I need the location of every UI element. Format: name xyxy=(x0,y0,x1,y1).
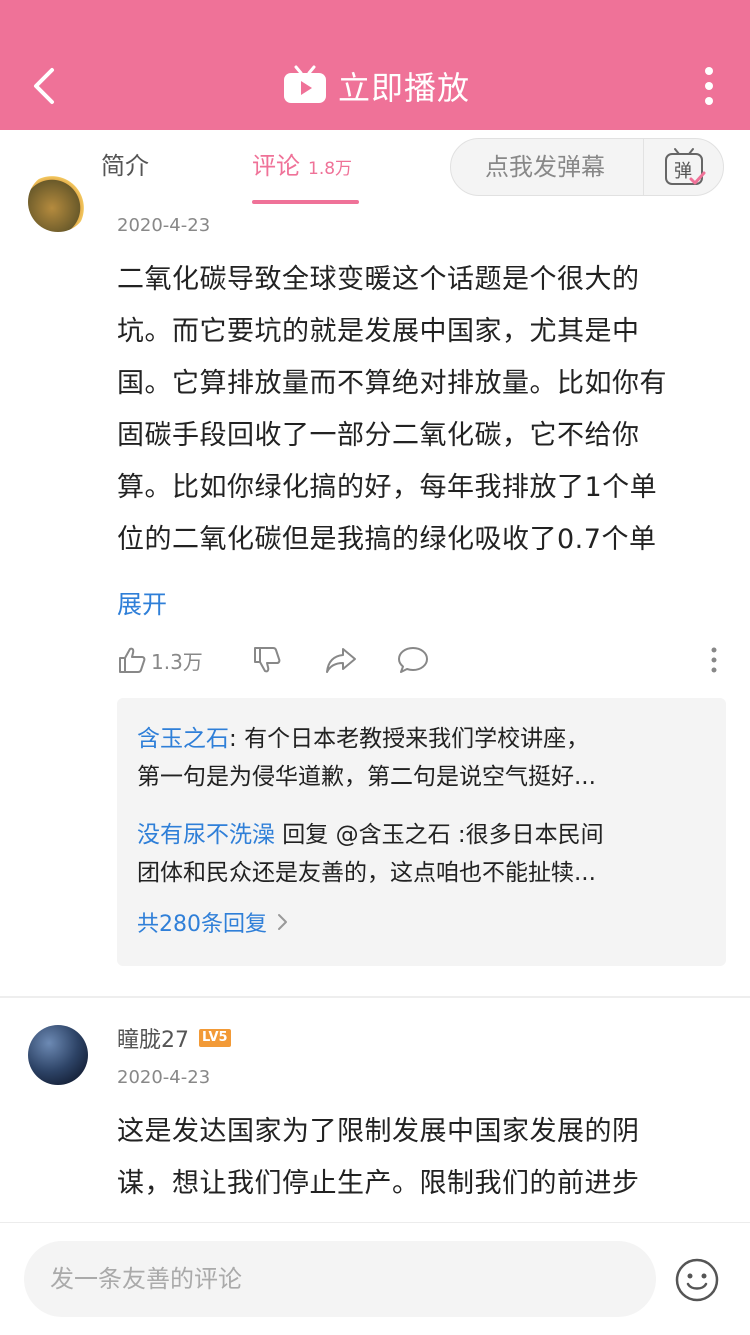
reply-preview-box[interactable]: 含玉之石: 有个日本老教授来我们学校讲座， 第一句是为侵华道歉，第二句是说空气挺… xyxy=(117,698,726,966)
comment-author[interactable]: 瞳胧27 LV5 xyxy=(117,1022,231,1054)
dislike-button[interactable] xyxy=(252,640,282,680)
comment-line: 位的二氧化碳但是我搞的绿化吸收了0.7个单 xyxy=(117,524,657,555)
tab-intro[interactable]: 简介 xyxy=(101,130,149,205)
comment-input[interactable]: 发一条友善的评论 xyxy=(24,1241,656,1317)
avatar[interactable] xyxy=(28,1025,88,1085)
comment-line: 这是发达国家为了限制发展中国家发展的阴 xyxy=(117,1116,640,1147)
danmaku-placeholder: 点我发弹幕 xyxy=(485,153,605,181)
thumbs-up-icon xyxy=(119,647,146,673)
comment-line: 谋，想让我们停止生产。限制我们的前进步 xyxy=(117,1168,640,1199)
avatar[interactable] xyxy=(28,172,88,232)
expand-link[interactable]: 展开 xyxy=(117,585,167,621)
level-badge: LV5 xyxy=(199,1029,231,1047)
reply-username[interactable]: 含玉之石 xyxy=(137,726,229,752)
vertical-dots-icon xyxy=(705,67,713,105)
comment-text: 这是发达国家为了限制发展中国家发展的阴 谋，想让我们停止生产。限制我们的前进步 xyxy=(117,1106,717,1210)
tab-comments[interactable]: 评论 1.8万 xyxy=(252,130,352,205)
tv-play-icon xyxy=(284,65,326,103)
chevron-right-icon xyxy=(278,914,287,930)
reply-total-label: 共280条回复 xyxy=(137,912,267,937)
tab-bar: 简介 评论 1.8万 点我发弹幕 弹 xyxy=(0,130,750,205)
share-button[interactable] xyxy=(325,640,357,680)
share-icon xyxy=(326,648,356,673)
comment-divider xyxy=(0,996,750,998)
comment-date: 2020-4-23 xyxy=(117,1067,211,1088)
reply-text: 有个日本老教授来我们学校讲座， xyxy=(244,726,590,752)
comment-actions: 1.3万 xyxy=(117,640,727,680)
reply-line: 团体和民众还是友善的，这点咱也不能扯犊... xyxy=(137,860,596,886)
back-button[interactable] xyxy=(22,62,70,110)
reply-button[interactable] xyxy=(396,640,430,680)
username: 瞳胧27 xyxy=(117,1028,189,1053)
comment-line: 坑。而它要坑的就是发展中国家，尤其是中 xyxy=(117,316,640,347)
active-tab-indicator xyxy=(252,200,359,204)
reply-username[interactable]: 没有尿不洗澡 xyxy=(137,822,275,848)
back-arrow-icon xyxy=(34,68,54,104)
like-button[interactable]: 1.3万 xyxy=(117,640,203,680)
like-count: 1.3万 xyxy=(151,649,203,674)
danmaku-input-button[interactable]: 点我发弹幕 弹 xyxy=(450,138,724,196)
danmaku-divider xyxy=(643,139,644,195)
play-now-label: 立即播放 xyxy=(338,69,471,107)
reply-separator: : xyxy=(229,726,245,752)
emoji-icon[interactable] xyxy=(674,1257,720,1303)
comment-count: 1.8万 xyxy=(308,159,353,179)
comment-input-placeholder: 发一条友善的评论 xyxy=(50,1265,242,1293)
reply-line: 含玉之石: 有个日本老教授来我们学校讲座， xyxy=(137,720,707,758)
tab-comments-label: 评论 xyxy=(252,152,300,180)
reply-line: 没有尿不洗澡 回复 @含玉之石 :很多日本民间 xyxy=(137,816,707,854)
comment-line: 国。它算排放量而不算绝对排放量。比如你有 xyxy=(117,368,667,399)
thumbs-down-icon xyxy=(254,647,281,673)
chat-bubble-icon xyxy=(398,647,428,673)
top-bar: 立即播放 xyxy=(0,0,750,130)
comment-line: 固碳手段回收了一部分二氧化碳，它不给你 xyxy=(117,420,640,451)
reply-text: 回复 @含玉之石 :很多日本民间 xyxy=(275,822,604,848)
view-all-replies-link[interactable]: 共280条回复 xyxy=(137,906,293,938)
vertical-dots-icon xyxy=(711,647,717,673)
play-now-button[interactable]: 立即播放 xyxy=(282,62,470,110)
comment-text: 二氧化碳导致全球变暖这个话题是个很大的 坑。而它要坑的就是发展中国家，尤其是中 … xyxy=(117,254,717,566)
comment-more-button[interactable] xyxy=(704,640,724,680)
reply-line: 第一句是为侵华道歉，第二句是说空气挺好... xyxy=(137,764,596,790)
comment-line: 算。比如你绿化搞的好，每年我排放了1个单 xyxy=(117,472,658,503)
danmaku-icon-char: 弹 xyxy=(674,161,692,182)
more-options-button[interactable] xyxy=(694,64,724,108)
bottom-bar: 发一条友善的评论 xyxy=(0,1222,750,1335)
comment-line: 二氧化碳导致全球变暖这个话题是个很大的 xyxy=(117,264,640,295)
danmaku-toggle-icon[interactable]: 弹 xyxy=(663,147,707,189)
comment-date: 2020-4-23 xyxy=(117,215,211,236)
